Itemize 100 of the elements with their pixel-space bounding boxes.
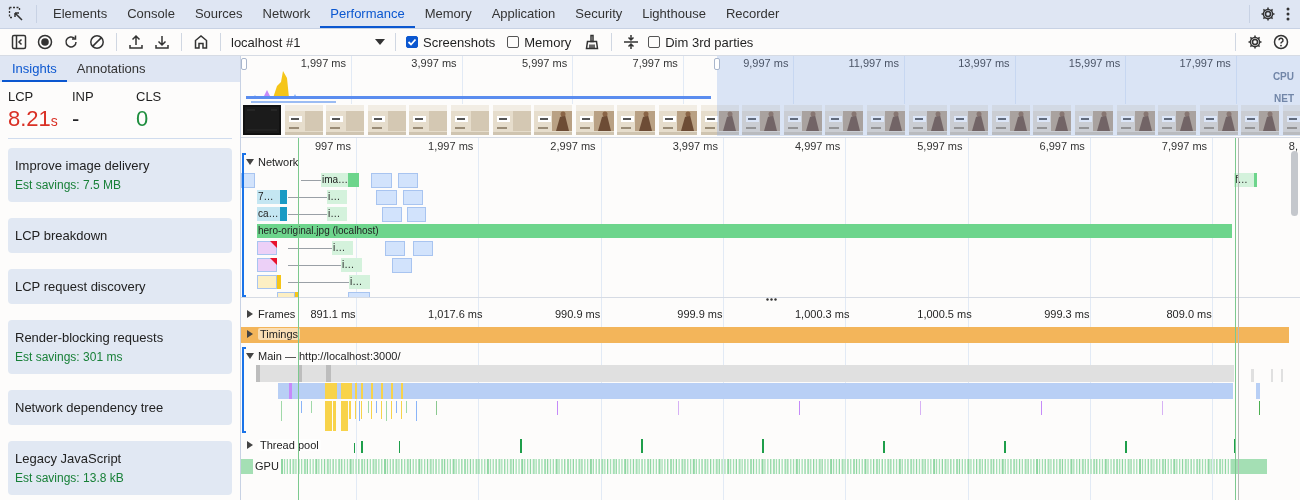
range-handle[interactable] <box>241 58 247 70</box>
insight-savings: Est savings: 301 ms <box>15 350 124 364</box>
wait-line <box>288 282 349 283</box>
insight-card[interactable]: Legacy JavaScript Est savings: 13.8 kB <box>8 441 232 495</box>
insight-card[interactable]: LCP request discovery <box>8 269 232 304</box>
checkbox[interactable] <box>648 36 661 48</box>
track-title[interactable]: Thread pool <box>258 439 321 451</box>
metric-value: 0 <box>136 106 150 132</box>
collapse-icon[interactable] <box>623 34 640 50</box>
network-request[interactable]: ima… <box>321 173 348 187</box>
range-handle[interactable] <box>714 58 720 70</box>
track-title[interactable]: GPU <box>255 460 279 472</box>
help-icon[interactable] <box>1273 34 1289 50</box>
time-label: 3,997 ms <box>672 140 718 152</box>
frame-duration: 999.3 ms <box>1044 308 1090 320</box>
panel-tab[interactable]: Memory <box>414 0 482 28</box>
insight-card[interactable]: Network dependency tree <box>8 390 232 425</box>
settings-icon[interactable] <box>1260 6 1276 22</box>
track-title[interactable]: Frames <box>258 308 296 320</box>
network-request[interactable]: i… <box>327 207 347 221</box>
sidebar-toggle-icon[interactable] <box>11 34 27 50</box>
insight-title: Render-blocking requests <box>15 330 165 345</box>
insight-title: Improve image delivery <box>15 158 151 173</box>
reload-icon[interactable] <box>63 34 79 50</box>
sidebar-tab[interactable]: Annotations <box>66 56 156 82</box>
checkbox-label[interactable]: Dim 3rd parties <box>665 34 754 50</box>
wait-line <box>301 180 321 181</box>
wait-line <box>288 265 341 266</box>
checkbox-label[interactable]: Screenshots <box>423 34 496 50</box>
time-label: 11,997 ms <box>848 57 899 69</box>
track-title[interactable]: Network <box>258 156 299 168</box>
disclosure-triangle-icon[interactable] <box>246 330 254 338</box>
checkbox-label[interactable]: Memory <box>524 34 572 50</box>
scrollbar[interactable] <box>1291 151 1298 216</box>
time-label: 7,997 ms <box>632 57 678 69</box>
metric-name: INP <box>72 89 95 104</box>
disclosure-triangle-icon[interactable] <box>246 441 254 449</box>
panel-tab[interactable]: Console <box>117 0 185 28</box>
download-icon[interactable] <box>154 34 170 50</box>
time-label: 7,997 ms <box>1161 140 1208 152</box>
network-request-bar[interactable] <box>257 241 277 255</box>
upload-icon[interactable] <box>128 34 144 50</box>
time-label: 997 ms <box>314 140 351 152</box>
wait-line <box>288 214 327 215</box>
event-mark <box>557 401 558 415</box>
disclosure-triangle-icon[interactable] <box>246 310 254 318</box>
metric-name: LCP <box>8 89 35 104</box>
insight-savings: Est savings: 7.5 MB <box>15 178 123 192</box>
record-icon[interactable] <box>37 34 53 50</box>
network-request-bar[interactable] <box>257 258 277 272</box>
network-request[interactable]: 7… <box>257 190 280 204</box>
resize-handle-icon[interactable] <box>766 298 777 301</box>
insight-card[interactable]: LCP breakdown <box>8 218 232 253</box>
event-mark <box>1259 401 1260 415</box>
insight-card[interactable]: Improve image delivery Est savings: 7.5 MB <box>8 148 232 202</box>
metric-value: - <box>72 106 81 132</box>
more-options-icon[interactable] <box>1286 6 1290 22</box>
track-title[interactable]: Timings <box>258 328 301 340</box>
panel-tab[interactable]: Sources <box>184 0 253 28</box>
frame-duration: 990.9 ms <box>554 308 601 320</box>
time-label: 6,997 ms <box>1039 140 1085 152</box>
network-request[interactable]: i… <box>341 258 362 272</box>
panel-tab[interactable]: Recorder <box>715 0 790 28</box>
panel-tab[interactable]: Security <box>565 0 633 28</box>
home-icon[interactable] <box>193 34 209 50</box>
time-label: 17,997 ms <box>1179 57 1231 69</box>
insight-title: Legacy JavaScript <box>15 451 123 466</box>
network-request[interactable]: i… <box>327 190 347 204</box>
time-label: 1,997 ms <box>300 57 346 69</box>
target-select[interactable]: localhost #1 <box>227 32 389 52</box>
wait-line <box>288 197 327 198</box>
disclosure-triangle-icon[interactable] <box>246 158 254 166</box>
time-label: 9,997 ms <box>743 57 789 69</box>
time-label: 8, <box>1288 140 1298 152</box>
event-mark <box>678 401 679 415</box>
clear-icon[interactable] <box>89 34 105 50</box>
time-label: 2,997 ms <box>550 140 596 152</box>
task-bar <box>1256 383 1260 399</box>
insight-card[interactable]: Render-blocking requests Est savings: 301 ms <box>8 320 232 374</box>
network-request[interactable]: hero-original.jpg (localhost) <box>257 224 1232 238</box>
panel-tab[interactable]: Network <box>252 0 321 28</box>
panel-tab[interactable]: Application <box>481 0 566 28</box>
network-request[interactable]: i… <box>332 241 353 255</box>
time-label: 5,997 ms <box>521 57 568 69</box>
disclosure-triangle-icon[interactable] <box>246 352 254 360</box>
panel-tab[interactable]: Lighthouse <box>632 0 716 28</box>
broom-icon[interactable] <box>584 34 601 50</box>
track-title[interactable]: Main — http://localhost:3000/ <box>258 350 401 362</box>
sidebar-tab[interactable]: Insights <box>2 56 67 82</box>
frame-duration: 1,000.5 ms <box>917 308 972 320</box>
checkbox[interactable] <box>406 36 418 48</box>
event-mark <box>920 401 921 415</box>
network-request[interactable]: i… <box>349 275 370 289</box>
track-label: CPU <box>1272 71 1294 82</box>
time-label: 4,997 ms <box>794 140 841 152</box>
inspect-element-icon[interactable] <box>8 6 24 22</box>
panel-tab[interactable]: Elements <box>43 0 118 28</box>
checkbox[interactable] <box>507 36 520 48</box>
network-request[interactable]: ca… <box>257 207 280 221</box>
settings-icon[interactable] <box>1247 34 1263 50</box>
